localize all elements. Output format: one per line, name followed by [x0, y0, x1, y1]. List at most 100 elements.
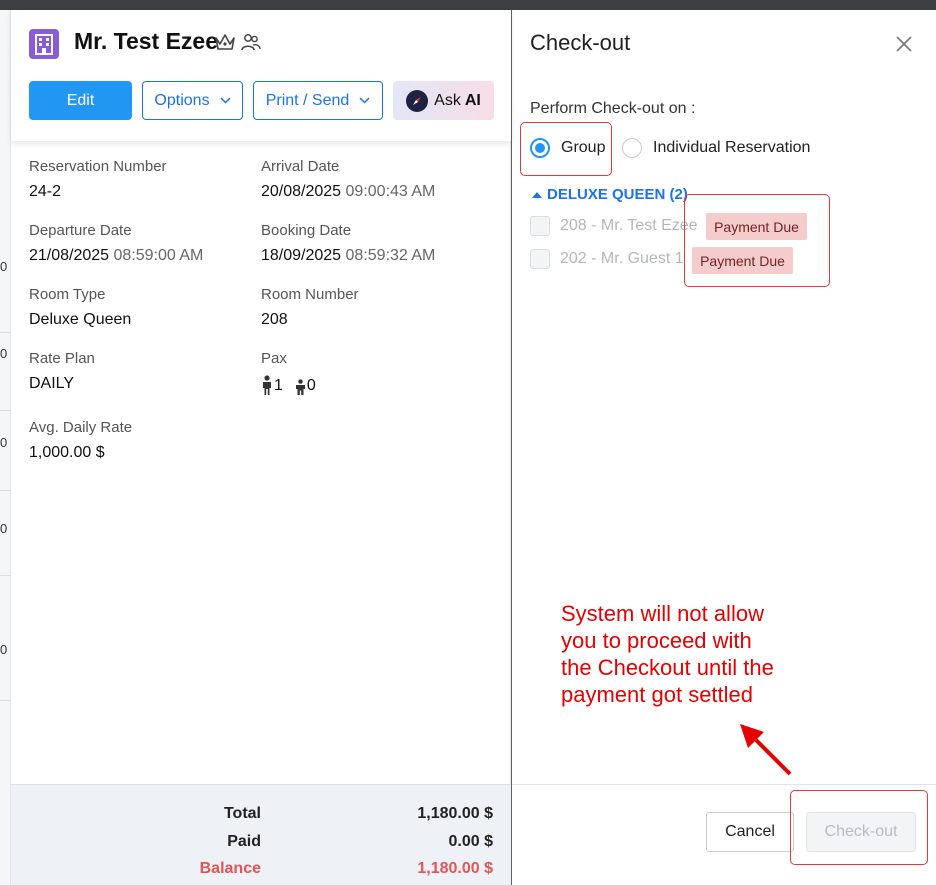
guest-name: Mr. Test Ezee: [74, 28, 219, 54]
reservation-number-field: Reservation Number 24-2: [29, 158, 167, 201]
ask-ai-button[interactable]: Ask AI: [393, 81, 494, 120]
field-value: 208: [261, 311, 288, 328]
radio-circle-selected: [530, 138, 550, 158]
annotation-line: System will not allow: [561, 601, 764, 626]
background-page-strip: 0 0 0 0 0: [0, 10, 11, 885]
perform-checkout-label: Perform Check-out on :: [530, 100, 696, 117]
hotel-building-icon: [29, 29, 59, 59]
field-value: 24-2: [29, 183, 62, 200]
booking-date-field: Booking Date 18/09/2025 08:59:32 AM: [261, 222, 435, 265]
totals-summary: Total 1,180.00 $ Paid 0.00 $ Balance 1,1…: [11, 784, 511, 885]
annotation-line: you to proceed with: [561, 628, 752, 653]
field-value: 18/09/2025 08:59:32 AM: [261, 247, 435, 265]
background-tick: 0: [0, 521, 8, 536]
field-value: 21/08/2025 08:59:00 AM: [29, 247, 203, 265]
background-tick: 0: [0, 642, 8, 657]
field-label: Arrival Date: [261, 158, 340, 175]
adults-value: 1: [274, 377, 283, 394]
avg-daily-rate-field: Avg. Daily Rate 1,000.00 $: [29, 419, 132, 462]
time-value: 08:59:00 AM: [113, 247, 204, 264]
adult-icon: [263, 375, 271, 395]
room-label: 208 - Mr. Test Ezee: [560, 217, 698, 234]
options-label: Options: [154, 91, 210, 109]
background-tick: 0: [0, 259, 8, 274]
edit-button[interactable]: Edit: [29, 81, 132, 120]
options-dropdown-button[interactable]: Options: [142, 81, 243, 120]
chevron-down-icon: [220, 97, 231, 104]
total-label: Total: [223, 805, 261, 822]
background-grid-line: [0, 575, 11, 576]
highlight-box-payment-due: [684, 194, 830, 287]
annotation-arrow-icon: [740, 724, 792, 776]
pax-values: 1 0: [261, 375, 316, 395]
background-grid-line: [0, 332, 11, 333]
paid-value: 0.00 $: [448, 833, 493, 850]
background-tick: 0: [0, 346, 8, 361]
field-value: 20/08/2025 09:00:43 AM: [261, 183, 435, 201]
close-icon[interactable]: [895, 35, 913, 53]
date-value: 18/09/2025: [261, 247, 342, 264]
arrival-date-field: Arrival Date 20/08/2025 09:00:43 AM: [261, 158, 435, 201]
room-group-label: DELUXE QUEEN (2): [547, 186, 688, 203]
people-icon: [241, 34, 261, 51]
ask-label: Ask: [434, 91, 461, 109]
checkout-title: Check-out: [530, 30, 631, 55]
time-value: 08:59:32 AM: [345, 247, 436, 264]
crown-icon: [215, 34, 235, 50]
field-value: 1,000.00 $: [29, 444, 105, 461]
field-label: Room Type: [29, 286, 106, 303]
field-label: Rate Plan: [29, 350, 95, 367]
rate-plan-field: Rate Plan DAILY: [29, 350, 95, 393]
radio-group[interactable]: Group: [530, 138, 605, 158]
checkout-panel: Check-out Perform Check-out on : Group I…: [512, 10, 936, 885]
footer-divider: [512, 784, 936, 785]
annotation-line: the Checkout until the: [561, 655, 774, 680]
room-row: 202 - Mr. Guest 1: [530, 249, 684, 269]
field-label: Booking Date: [261, 222, 352, 239]
date-value: 21/08/2025: [29, 247, 110, 264]
field-value: Deluxe Queen: [29, 311, 132, 328]
room-label: 202 - Mr. Guest 1: [560, 250, 684, 267]
children-count: 0: [295, 377, 316, 395]
field-label: Avg. Daily Rate: [29, 419, 133, 436]
field-label: Pax: [261, 350, 287, 367]
radio-individual-reservation[interactable]: Individual Reservation: [622, 138, 810, 158]
radio-group-label: Group: [561, 139, 606, 156]
window-top-bar: [0, 0, 936, 10]
compass-icon: [406, 89, 429, 112]
background-grid-line: [0, 410, 11, 411]
room-number-field: Room Number 208: [261, 286, 359, 329]
ai-label: AI: [464, 91, 481, 109]
paid-label: Paid: [227, 833, 261, 850]
highlight-box-checkout: [790, 790, 928, 865]
pax-field: Pax 1 0: [261, 350, 316, 395]
print-send-label: Print / Send: [265, 91, 350, 109]
field-label: Departure Date: [29, 222, 132, 239]
room-checkbox[interactable]: [530, 249, 550, 269]
reservation-panel: Mr. Test Ezee Edit Options Print / Send …: [11, 10, 511, 885]
total-value: 1,180.00 $: [417, 805, 493, 822]
room-row: 208 - Mr. Test Ezee: [530, 216, 698, 236]
room-checkbox[interactable]: [530, 216, 550, 236]
background-grid-line: [0, 700, 11, 701]
print-send-dropdown-button[interactable]: Print / Send: [253, 81, 383, 120]
children-value: 0: [306, 377, 316, 394]
balance-value: 1,180.00 $: [417, 860, 493, 877]
reservation-header: Mr. Test Ezee Edit Options Print / Send …: [11, 10, 511, 141]
cancel-button[interactable]: Cancel: [706, 812, 794, 852]
departure-date-field: Departure Date 21/08/2025 08:59:00 AM: [29, 222, 203, 265]
time-value: 09:00:43 AM: [345, 183, 436, 200]
caret-up-icon: [532, 191, 542, 198]
radio-circle: [622, 138, 642, 158]
annotation-note: System will not allow you to proceed wit…: [561, 600, 821, 708]
field-label: Room Number: [261, 286, 359, 303]
annotation-line: payment got settled: [561, 682, 754, 707]
radio-individual-label: Individual Reservation: [653, 139, 811, 156]
room-group-toggle[interactable]: DELUXE QUEEN (2): [532, 186, 688, 203]
adults-count: 1: [261, 375, 283, 395]
balance-label: Balance: [199, 860, 261, 877]
field-label: Reservation Number: [29, 158, 167, 175]
background-grid-line: [0, 490, 11, 491]
field-value: DAILY: [29, 375, 75, 392]
room-type-field: Room Type Deluxe Queen: [29, 286, 131, 329]
